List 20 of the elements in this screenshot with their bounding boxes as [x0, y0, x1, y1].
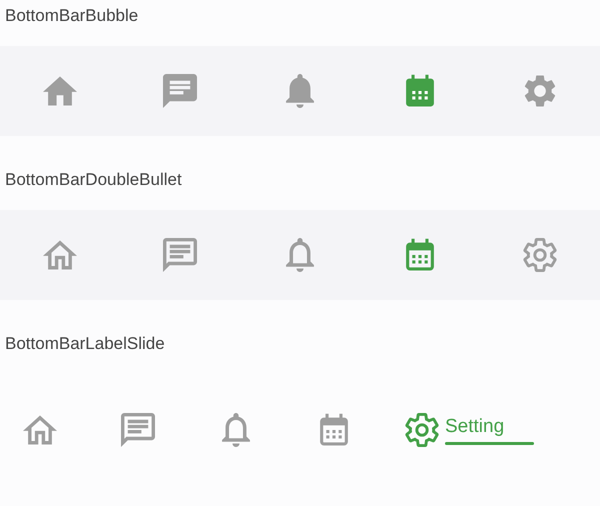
home-icon [43, 238, 77, 272]
section-title: BottomBarBubble [4, 5, 140, 27]
gear-icon [523, 238, 557, 272]
bell-icon [283, 238, 317, 272]
section-title: BottomBarLabelSlide [4, 333, 166, 355]
bell-icon [283, 74, 317, 108]
gear-icon [405, 413, 439, 447]
calendar-icon [403, 238, 437, 272]
nav-item[interactable]: Setting [392, 406, 534, 454]
bell-icon [219, 413, 253, 447]
home-icon [43, 74, 77, 108]
gear-icon [523, 74, 557, 108]
home-icon [23, 413, 57, 447]
nav-label: Setting [445, 416, 506, 438]
calendar-icon [403, 74, 437, 108]
chat-icon [163, 238, 197, 272]
chat-icon [121, 413, 155, 447]
calendar-icon [317, 413, 351, 447]
chat-icon [163, 74, 197, 108]
section-title: BottomBarDoubleBullet [4, 169, 183, 191]
